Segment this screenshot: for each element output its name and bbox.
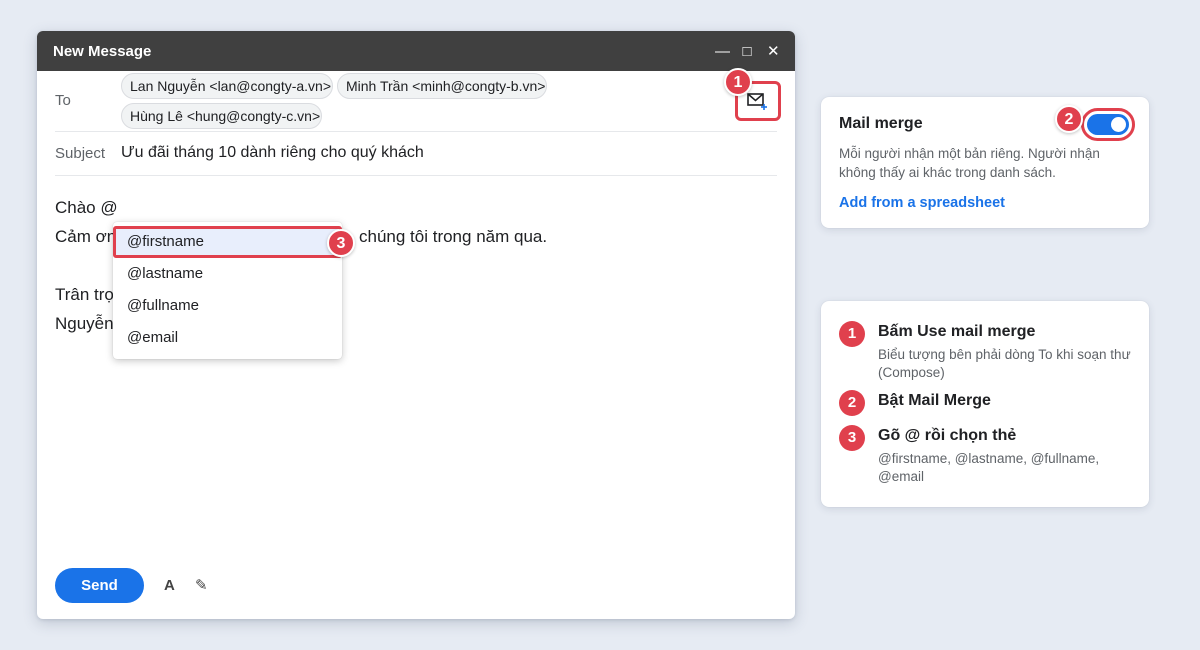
mail-merge-panel: Mail merge Mỗi người nhận một bản riêng.… [821,97,1149,228]
steps-panel: 1 Bấm Use mail merge Biểu tượng bên phải… [821,301,1149,507]
body-line: Cảm ơn [55,227,117,246]
body-line: Chào @ [55,198,118,217]
step-title: Bấm Use mail merge [878,323,1036,340]
step-number: 3 [839,425,865,451]
subject-label: Subject [55,145,106,162]
step-number: 2 [839,390,865,416]
merge-tag-option[interactable]: @firstname [113,226,342,258]
recipient-chip[interactable]: Lan Nguyễn <lan@congty-a.vn> [121,73,333,99]
mail-merge-toggle[interactable] [1087,114,1129,135]
formatting-icon[interactable]: A [164,577,175,594]
toggle-knob [1111,117,1126,132]
body-line: Nguyễn [55,314,114,333]
body-line: chúng tôi trong năm qua. [359,227,548,246]
compose-title: New Message [53,42,152,60]
minimize-icon[interactable]: — [715,43,730,60]
step-title: Gõ @ rồi chọn thẻ [878,427,1017,444]
subject-input[interactable]: Ưu đãi tháng 10 dành riêng cho quý khách [121,144,424,162]
signature-pen-icon[interactable]: ✎ [195,576,208,594]
to-label: To [55,92,71,109]
step-number: 1 [839,321,865,347]
step-badge-1: 1 [724,68,752,96]
mail-merge-title: Mail merge [839,115,923,132]
send-button[interactable]: Send [55,568,144,603]
step-title: Bật Mail Merge [878,392,991,409]
subject-row[interactable]: Subject Ưu đãi tháng 10 dành riêng cho q… [55,132,777,176]
add-from-spreadsheet-link[interactable]: Add from a spreadsheet [839,195,1005,211]
compose-titlebar: New Message — □ ✕ [37,31,795,71]
recipient-chip[interactable]: Minh Trần <minh@congty-b.vn> [337,73,547,99]
maximize-icon[interactable]: □ [741,43,753,60]
merge-tag-option[interactable]: @email [113,322,342,354]
step-description: Biểu tượng bên phải dòng To khi soạn thư… [878,347,1131,380]
recipient-chip[interactable]: Hùng Lê <hung@congty-c.vn> [121,103,322,129]
to-row[interactable]: To Lan Nguyễn <lan@congty-a.vn> Minh Trầ… [55,71,777,132]
merge-tag-dropdown: @firstname @lastname @fullname @email [113,222,342,359]
merge-tag-option[interactable]: @lastname [113,258,342,290]
merge-tag-option[interactable]: @fullname [113,290,342,322]
mail-merge-description: Mỗi người nhận một bản riêng. Người nhận… [839,146,1100,180]
step-badge-2: 2 [1055,105,1083,133]
compose-window: New Message — □ ✕ To Lan Nguyễn <lan@con… [37,31,795,619]
toggle-highlight [1081,108,1135,141]
step-badge-3: 3 [327,229,355,257]
step-description: @firstname, @lastname, @fullname, @email [878,451,1100,484]
close-icon[interactable]: ✕ [767,42,780,60]
